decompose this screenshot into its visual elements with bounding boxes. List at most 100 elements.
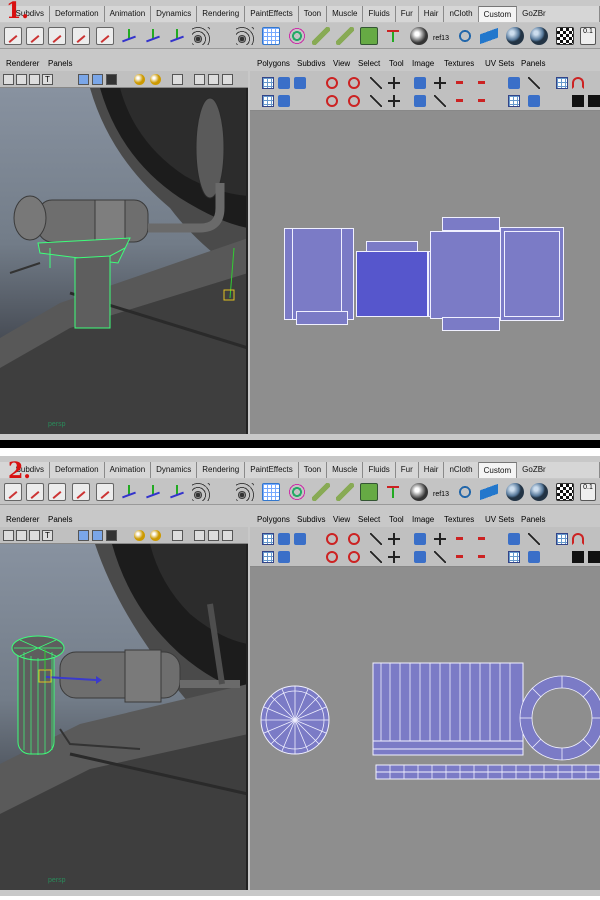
edit-icon[interactable] [72, 483, 90, 501]
shelf-tab-gozbrush[interactable]: GoZBr [517, 462, 600, 478]
arrow-icon[interactable] [480, 27, 498, 45]
uv-cut-icon[interactable] [370, 533, 382, 545]
uv-flip-icon[interactable] [278, 95, 290, 107]
shelf-tab-custom[interactable]: Custom [478, 6, 518, 22]
edit-icon[interactable] [72, 27, 90, 45]
shelf-tab-deformation[interactable]: Deformation [50, 6, 105, 22]
menu-tool[interactable]: Tool [389, 59, 404, 68]
shelf-tab-toon[interactable]: Toon [298, 462, 328, 478]
shelf-tab-dynamics[interactable]: Dynamics [151, 462, 198, 478]
menu-panels[interactable]: Panels [521, 59, 545, 68]
uv-align-top-icon[interactable] [456, 555, 468, 558]
uv-shell[interactable] [296, 311, 348, 325]
menu-polygons[interactable]: Polygons [257, 515, 290, 524]
menu-select[interactable]: Select [358, 59, 380, 68]
shelf-tab-dynamics[interactable]: Dynamics [151, 6, 198, 22]
shelf-tab-fluids[interactable]: Fluids [363, 6, 396, 22]
light-icon[interactable] [134, 530, 145, 541]
menu-subdivs[interactable]: Subdivs [297, 59, 325, 68]
shelf-tab-muscle[interactable]: Muscle [327, 462, 364, 478]
spiral-icon[interactable] [288, 27, 306, 45]
radar-icon[interactable] [192, 27, 210, 45]
uv-split-icon[interactable] [370, 551, 382, 563]
edit-icon[interactable] [48, 27, 66, 45]
edit-icon[interactable] [96, 483, 114, 501]
new-scene-icon[interactable] [4, 483, 22, 501]
box-icon[interactable] [360, 27, 378, 45]
menu-view[interactable]: View [333, 59, 350, 68]
shelf-tab-rendering[interactable]: Rendering [197, 6, 246, 22]
rig-icon[interactable] [384, 27, 402, 45]
light-icon[interactable] [150, 74, 161, 85]
uv-merge-icon[interactable] [388, 551, 400, 563]
menu-tool[interactable]: Tool [389, 515, 404, 524]
shelf-tab-hair[interactable]: Hair [418, 6, 445, 22]
perspective-viewport[interactable]: persp [0, 88, 248, 434]
uv-display-grid-icon[interactable] [556, 77, 568, 89]
film-gate-icon[interactable] [29, 530, 40, 541]
uv-image-icon[interactable] [528, 95, 540, 107]
uv-shell[interactable] [442, 317, 500, 331]
uv-align-right-icon[interactable] [478, 537, 490, 540]
checker-icon[interactable] [556, 483, 574, 501]
uv-shell[interactable] [430, 231, 502, 319]
brush-icon[interactable] [336, 483, 354, 501]
shelf-tab-ncloth[interactable]: nCloth [444, 6, 479, 22]
radar-icon[interactable] [236, 27, 254, 45]
perspective-viewport[interactable]: persp [0, 544, 248, 890]
rig-icon[interactable] [384, 483, 402, 501]
uv-align-top-icon[interactable] [456, 99, 468, 102]
uv-select-icon[interactable] [294, 533, 306, 545]
uv-grid-value-icon[interactable]: 0.1 [580, 483, 596, 501]
xray-icon[interactable] [194, 74, 205, 85]
uv-color-icon[interactable] [572, 551, 584, 563]
uv-grid-icon[interactable] [262, 533, 274, 545]
uv-sew-icon[interactable] [388, 77, 400, 89]
uv-rotate-icon[interactable] [326, 551, 338, 563]
uv-rotate-icon[interactable] [326, 77, 338, 89]
shelf-tab-fur[interactable]: Fur [395, 462, 419, 478]
paint-icon[interactable] [26, 483, 44, 501]
render-sphere-icon[interactable] [410, 483, 428, 501]
uv-rotate-icon[interactable] [326, 533, 338, 545]
globe-icon[interactable] [530, 483, 548, 501]
uv-shell[interactable] [504, 231, 560, 317]
grid-icon[interactable] [16, 74, 27, 85]
uv-cut-icon[interactable] [370, 77, 382, 89]
uv-align-left-icon[interactable] [456, 537, 468, 540]
safe-frame-icon[interactable] [222, 74, 233, 85]
uv-align-bottom-icon[interactable] [478, 555, 490, 558]
uv-merge-icon[interactable] [388, 95, 400, 107]
menu-renderer[interactable]: Renderer [6, 515, 39, 524]
shelf-tab-fur[interactable]: Fur [395, 6, 419, 22]
uv-texture-canvas[interactable] [250, 567, 600, 890]
radar-icon[interactable] [192, 483, 210, 501]
light-icon[interactable] [150, 530, 161, 541]
uv-flip-icon[interactable] [278, 551, 290, 563]
joint-axis-icon[interactable] [168, 27, 186, 45]
render-sphere-icon[interactable] [410, 27, 428, 45]
light-icon[interactable] [134, 74, 145, 85]
globe-icon[interactable] [506, 483, 524, 501]
uv-image-icon[interactable] [528, 551, 540, 563]
menu-uv-sets[interactable]: UV Sets [485, 59, 514, 68]
shelf-tab-animation[interactable]: Animation [104, 462, 152, 478]
shelf-tab-toon[interactable]: Toon [298, 6, 328, 22]
uv-split-icon[interactable] [370, 95, 382, 107]
shelf-tab-deformation[interactable]: Deformation [50, 462, 105, 478]
joint-axis-icon[interactable] [120, 483, 138, 501]
brush-icon[interactable] [336, 27, 354, 45]
uv-move-icon[interactable] [278, 77, 290, 89]
menu-select[interactable]: Select [358, 515, 380, 524]
radar-icon[interactable] [236, 483, 254, 501]
uv-checker-icon[interactable] [508, 551, 520, 563]
uv-channel-icon[interactable] [588, 95, 600, 107]
box-icon[interactable] [360, 483, 378, 501]
resolution-gate-icon[interactable] [208, 74, 219, 85]
shelf-tab-painteffects[interactable]: PaintEffects [245, 462, 299, 478]
uv-align-icon[interactable] [414, 95, 426, 107]
menu-image[interactable]: Image [412, 59, 434, 68]
joint-axis-icon[interactable] [144, 483, 162, 501]
resolution-gate-icon[interactable] [208, 530, 219, 541]
safe-frame-icon[interactable] [222, 530, 233, 541]
